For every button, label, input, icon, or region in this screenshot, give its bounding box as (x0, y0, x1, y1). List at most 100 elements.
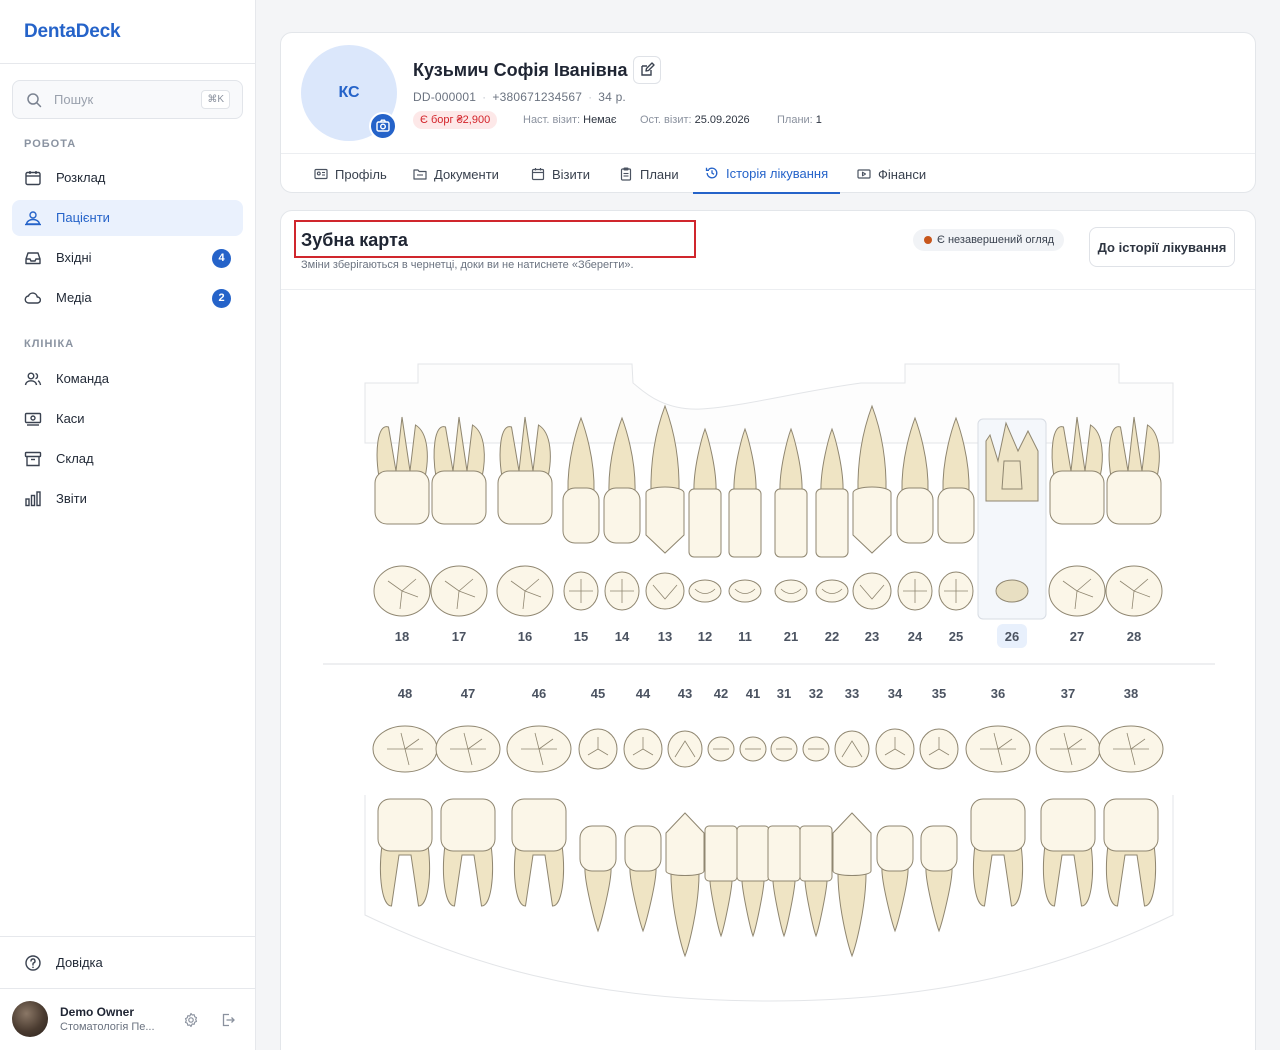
tooth-number-label: 25 (949, 629, 963, 644)
upper-gum-outline (364, 363, 1174, 444)
tab-label: Профіль (335, 166, 387, 182)
tooth-number-label: 24 (908, 629, 923, 644)
tooth-number-label: 32 (809, 686, 823, 701)
search-icon (27, 93, 42, 108)
tooth-33[interactable]: 33 (832, 686, 872, 958)
sidebar-item-patients[interactable]: Пацієнти (12, 200, 243, 236)
tooth-37[interactable]: 37 (1035, 686, 1101, 907)
tab-visits[interactable]: Візити (531, 154, 590, 194)
tooth-number-label: 46 (532, 686, 546, 701)
edit-patient-button[interactable] (633, 56, 661, 84)
tooth-26[interactable]: 26 (977, 418, 1047, 648)
sidebar-item-team[interactable]: Команда (12, 361, 243, 397)
tooth-42[interactable]: 42 (704, 686, 738, 938)
sidebar-divider (0, 936, 255, 937)
tab-label: Плани (640, 166, 679, 182)
gear-icon[interactable] (183, 1012, 199, 1028)
tooth-number-label: 14 (615, 629, 630, 644)
logout-icon[interactable] (220, 1012, 236, 1028)
tooth-number-label: 23 (865, 629, 879, 644)
tab-profile[interactable]: Профіль (314, 154, 387, 194)
search-input[interactable]: Пошук ⌘K (12, 80, 243, 119)
tooth-47[interactable]: 47 (435, 686, 501, 907)
tooth-number-label: 45 (591, 686, 605, 701)
tooth-number-label: 12 (698, 629, 712, 644)
tab-treatment-history[interactable]: Історія лікування (693, 154, 841, 194)
tooth-48[interactable]: 48 (372, 686, 438, 907)
tooth-number-label: 37 (1061, 686, 1075, 701)
tab-plans[interactable]: Плани (619, 154, 679, 194)
tab-label: Документи (434, 166, 499, 182)
tooth-46[interactable]: 46 (506, 686, 572, 907)
tooth-number-label: 42 (714, 686, 728, 701)
tooth-43[interactable]: 43 (665, 686, 705, 958)
sidebar-item-label: Склад (56, 451, 94, 466)
tab-documents[interactable]: Документи (413, 154, 499, 194)
finance-icon (857, 169, 871, 179)
user-name: Demo Owner (60, 1005, 135, 1019)
tooth-41[interactable]: 41 (736, 686, 770, 938)
sidebar-item-label: Розклад (56, 170, 106, 185)
tooth-36[interactable]: 36 (965, 686, 1031, 907)
avatar[interactable] (12, 1001, 48, 1037)
sidebar-item-label: Медіа (56, 290, 92, 305)
cash-icon (24, 412, 42, 426)
sidebar-item-help[interactable]: Довідка (12, 945, 243, 981)
tooth-number-label: 48 (398, 686, 412, 701)
tooth-number-label: 33 (845, 686, 859, 701)
archive-icon (24, 451, 42, 467)
tooth-35[interactable]: 35 (919, 686, 959, 933)
tooth-number-label: 16 (518, 629, 532, 644)
tooth-number-label: 41 (746, 686, 760, 701)
dental-chart[interactable]: 18 17 16 15 14 13 12 11 21 22 23 24 25 26 27 28 48 47 46 45… (281, 211, 1257, 1050)
sidebar-item-media[interactable]: Медіа 2 (12, 280, 243, 316)
tooth-45[interactable]: 45 (578, 686, 618, 933)
tab-label: Візити (552, 166, 590, 182)
tooth-28[interactable]: 28 (1105, 416, 1163, 644)
sidebar-item-reports[interactable]: Звіти (12, 481, 243, 517)
tooth-32[interactable]: 32 (799, 686, 833, 938)
tooth-18[interactable]: 18 (373, 416, 431, 644)
last-visit-info: Ост. візит: 25.09.2026 (640, 114, 750, 126)
tooth-31[interactable]: 31 (767, 686, 801, 938)
tooth-16[interactable]: 16 (496, 416, 554, 644)
sidebar-item-label: Вхідні (56, 250, 92, 265)
tooth-17[interactable]: 17 (430, 416, 488, 644)
search-placeholder: Пошук (54, 92, 94, 107)
tooth-34[interactable]: 34 (875, 686, 915, 933)
sidebar-item-label: Каси (56, 411, 85, 426)
user-org: Стоматологія Пе... (60, 1021, 155, 1033)
sidebar-item-cash[interactable]: Каси (12, 401, 243, 437)
tooth-22[interactable]: 22 (815, 427, 849, 644)
tooth-number-label: 36 (991, 686, 1005, 701)
tooth-38[interactable]: 38 (1098, 686, 1164, 907)
tooth-11[interactable]: 11 (728, 427, 762, 644)
tooth-number-label: 43 (678, 686, 692, 701)
tab-finance[interactable]: Фінанси (857, 154, 926, 194)
tooth-15[interactable]: 15 (562, 416, 600, 644)
tooth-number-label: 18 (395, 629, 409, 644)
tooth-number-label: 15 (574, 629, 588, 644)
tooth-number-label: 26 (1005, 629, 1019, 644)
sidebar-item-schedule[interactable]: Розклад (12, 160, 243, 196)
tooth-12[interactable]: 12 (688, 427, 722, 644)
calendar-icon (531, 168, 545, 181)
patient-age: 34 р. (598, 90, 626, 104)
tooth-14[interactable]: 14 (603, 416, 641, 644)
edit-icon (641, 62, 655, 76)
tooth-27[interactable]: 27 (1048, 416, 1106, 644)
id-card-icon (314, 168, 328, 180)
tooth-21[interactable]: 21 (774, 427, 808, 644)
patient-tabs: Профіль Документи Візити Плани Історія л… (281, 153, 1255, 194)
plans-info: Плани: 1 (777, 114, 822, 126)
sidebar-item-label: Довідка (56, 955, 103, 970)
tooth-25[interactable]: 25 (937, 416, 975, 644)
change-photo-button[interactable] (369, 112, 397, 140)
patient-phone[interactable]: +380671234567 (492, 90, 582, 104)
inbox-icon (25, 252, 41, 265)
sidebar-item-warehouse[interactable]: Склад (12, 441, 243, 477)
app-logo[interactable]: DentaDeck (24, 21, 121, 43)
sidebar-item-inbox[interactable]: Вхідні 4 (12, 240, 243, 276)
tooth-44[interactable]: 44 (623, 686, 663, 933)
tooth-24[interactable]: 24 (896, 416, 934, 644)
